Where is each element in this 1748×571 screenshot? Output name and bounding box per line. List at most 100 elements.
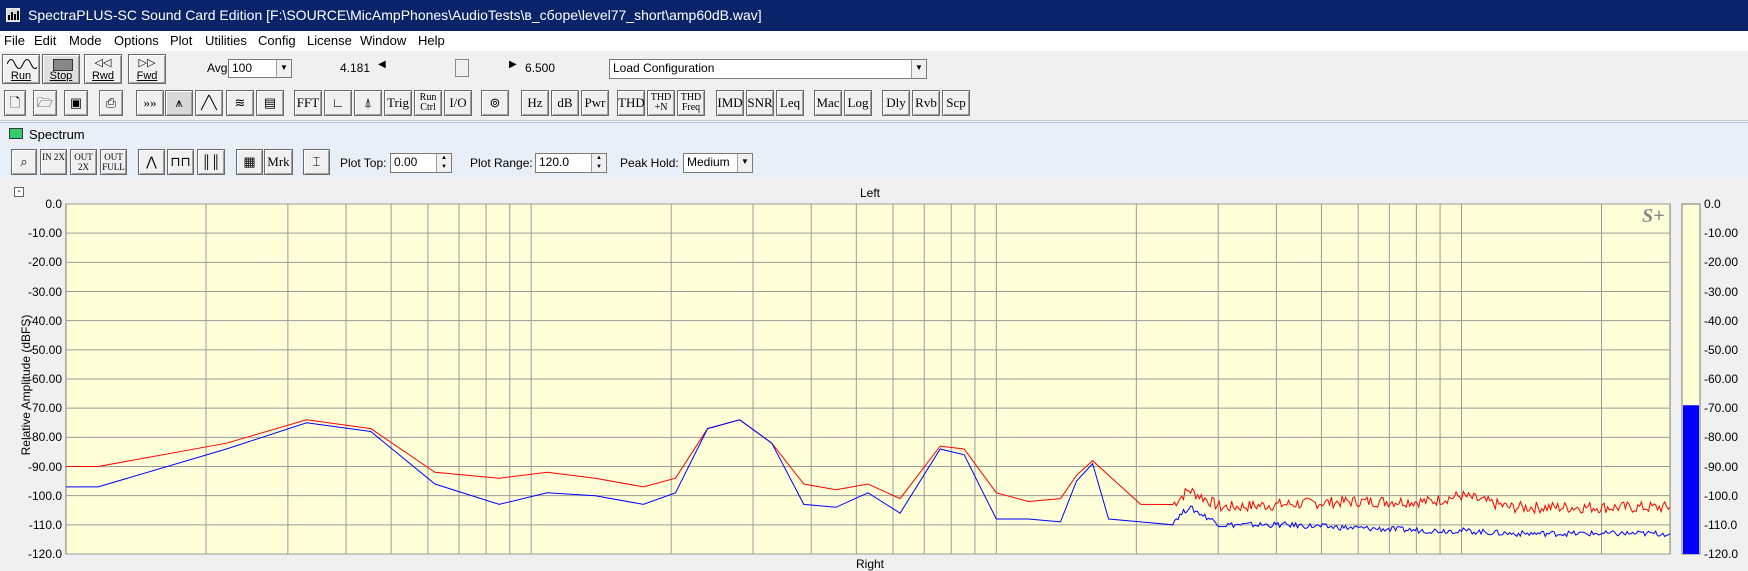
y-tick-label: -100.0 [27,488,62,503]
thd-freq-button[interactable]: THD Freq [677,90,705,116]
menu-file[interactable]: File [4,33,25,48]
spectraplus-logo: S+ [1642,205,1665,227]
marker-button[interactable]: Mrk [264,149,293,175]
plot-range-value: 120.0 [539,155,570,169]
spinner-icon[interactable]: ▲ ▼ [436,154,451,172]
rwd-label: Rwd [91,70,114,82]
new-file-icon[interactable]: 🗋 [4,90,26,116]
menu-utilities[interactable]: Utilities [205,33,247,48]
chevron-down-icon[interactable]: ▼ [737,154,752,172]
line-plot-icon[interactable]: ⋀ [138,149,165,175]
cursor-icon[interactable]: ⌶ [303,149,330,175]
chevron-down-icon[interactable]: ▼ [276,60,291,77]
window-title: SpectraPLUS-SC Sound Card Edition [F:\SO… [28,7,762,23]
spectrum-mode-icon[interactable]: ⩚ [165,90,193,116]
spinner-icon[interactable]: ▲ ▼ [591,154,606,172]
leq-button[interactable]: Leq [776,90,804,116]
transport-toolbar: Run Stop ◁◁ Rwd ▷▷ Fwd Avg 100 ▼ 4.181 ◀… [0,51,1748,85]
avg-select[interactable]: 100 ▼ [228,59,292,78]
stop-button[interactable]: Stop [42,54,80,84]
waterfall-icon[interactable]: ≋ [226,90,254,116]
meter-tick-label: -10.00 [1704,226,1739,241]
run-button[interactable]: Run [2,54,40,84]
save-icon[interactable]: ▣ [64,90,88,116]
menu-edit[interactable]: Edit [34,33,56,48]
main-toolbar: 🗋 🗁 ▣ ⎙ »» ⩚ ╱╲ ≋ ▤ FFT ∟ ⍋ Trig Run Ctr… [0,85,1748,121]
meter-tick-label: -20.00 [1704,255,1739,270]
config-value: Load Configuration [613,61,715,75]
snr-button[interactable]: SNR [746,90,774,116]
recorder-mode-icon[interactable]: »» [136,90,164,116]
y-tick-label: -40.00 [27,313,62,328]
forward-button[interactable]: ▷▷ Fwd [128,54,166,84]
rvb-button[interactable]: Rvb [912,90,940,116]
print-icon[interactable]: ⎙ [99,90,123,116]
magnifier-icon[interactable]: ⌕ [11,149,37,175]
trig-button[interactable]: Trig [384,90,412,116]
thd-n-button[interactable]: THD +N [647,90,675,116]
menu-mode[interactable]: Mode [69,33,102,48]
menu-help[interactable]: Help [418,33,445,48]
spectrum-title: Spectrum [29,127,85,142]
io-button[interactable]: I/O [444,90,472,116]
rewind-button[interactable]: ◁◁ Rwd [84,54,122,84]
axis-icon[interactable]: ∟ [324,90,352,116]
scp-button[interactable]: Scp [942,90,970,116]
zoom-out-2x-button[interactable]: OUT 2X [70,149,97,175]
meter-tick-label: -50.00 [1704,342,1739,357]
open-folder-icon[interactable]: 🗁 [33,90,57,116]
y-tick-label: -90.00 [27,459,62,474]
meter-tick-label: -90.00 [1704,459,1739,474]
y-tick-label: -10.00 [27,226,62,241]
menu-license[interactable]: License [307,33,352,48]
step-plot-icon[interactable]: ⊓⊓ [167,149,194,175]
channel-top-label: Left [860,186,881,200]
pwr-button[interactable]: Pwr [581,90,609,116]
thd-button[interactable]: THD [617,90,645,116]
avg-value: 100 [232,61,253,75]
y-tick-label: -60.00 [27,372,62,386]
config-select[interactable]: Load Configuration ▼ [609,59,927,79]
spectrogram-icon[interactable]: ▤ [256,90,284,116]
time-end: 6.500 [525,61,556,75]
meter-tick-label: -120.0 [1704,547,1739,561]
scroll-left-icon[interactable]: ◀ [378,59,386,70]
chevron-down-icon[interactable]: ▼ [911,60,926,78]
time-start: 4.181 [340,61,371,75]
menu-options[interactable]: Options [114,33,159,48]
signal-generator-icon[interactable]: ⊚ [481,90,509,116]
mac-button[interactable]: Mac [814,90,842,116]
forward-icon: ▷▷ [138,57,156,69]
meter-tick-label: -40.00 [1704,313,1739,328]
scroll-right-icon[interactable]: ▶ [509,59,517,70]
zoom-in-2x-button[interactable]: IN 2X [40,149,67,175]
hz-button[interactable]: Hz [521,90,549,116]
meter-tick-label: 0.0 [1704,197,1721,211]
menu-plot[interactable]: Plot [170,33,192,48]
menu-config[interactable]: Config [258,33,296,48]
imd-button[interactable]: IMD [716,90,744,116]
plot-top-value: 0.00 [394,155,418,169]
db-button[interactable]: dB [551,90,579,116]
plot-top-label: Plot Top: [340,156,387,170]
peak-hold-select[interactable]: Medium ▼ [683,153,753,173]
menu-window[interactable]: Window [360,33,406,48]
title-bar: SpectraPLUS-SC Sound Card Edition [F:\SO… [0,0,1748,31]
log-button[interactable]: Log [844,90,872,116]
zoom-out-full-button[interactable]: OUT FULL [100,149,127,175]
plot-range-input[interactable]: 120.0 ▲ ▼ [535,153,607,173]
calibrate-icon[interactable]: ⍋ [354,90,382,116]
level-meter-bar [1683,405,1699,554]
y-tick-label: -110.0 [28,517,62,532]
dly-button[interactable]: Dly [882,90,910,116]
time-slider-thumb[interactable] [455,59,469,77]
collapse-button[interactable]: - [14,187,24,197]
run-ctrl-button[interactable]: Run Ctrl [414,90,442,116]
time-series-icon[interactable]: ╱╲ [195,90,223,116]
table-icon[interactable]: ▦ [236,149,263,175]
spectrum-chart[interactable] [0,178,1748,570]
y-tick-label: 0.0 [45,197,62,211]
fft-button[interactable]: FFT [294,90,322,116]
plot-top-input[interactable]: 0.00 ▲ ▼ [390,153,452,173]
bar-plot-icon[interactable]: ║║ [197,149,225,175]
